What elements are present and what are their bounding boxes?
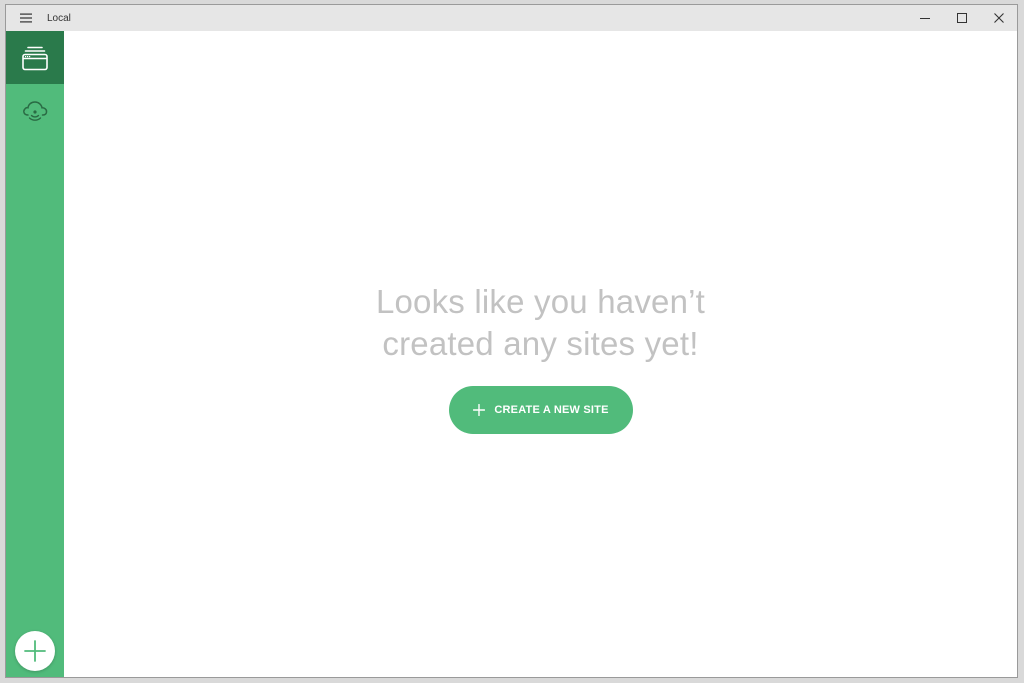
cloud-connect-icon: [23, 100, 48, 121]
create-new-site-button[interactable]: CREATE A NEW SITE: [449, 386, 633, 434]
window-controls: [906, 5, 1017, 31]
plus-icon: [473, 404, 486, 416]
empty-state-message: Looks like you haven’t created any sites…: [64, 281, 1017, 365]
close-button[interactable]: [980, 5, 1017, 31]
empty-state-line-2: created any sites yet!: [382, 325, 699, 362]
main-content: Looks like you haven’t created any sites…: [64, 31, 1017, 677]
window-title: Local: [47, 12, 71, 24]
maximize-button[interactable]: [943, 5, 980, 31]
empty-state-line-1: Looks like you haven’t: [375, 283, 706, 320]
plus-icon: [24, 640, 46, 662]
app-window: Local Looks like you haven’t created any…: [5, 4, 1018, 678]
sidebar-item-connect[interactable]: [6, 84, 64, 137]
sidebar-item-sites[interactable]: [6, 31, 64, 84]
sidebar: [6, 31, 64, 677]
sites-stack-icon: [22, 46, 48, 70]
add-site-button[interactable]: [15, 631, 55, 671]
title-bar: Local: [6, 5, 1017, 31]
minimize-button[interactable]: [906, 5, 943, 31]
maximize-icon: [956, 13, 967, 23]
create-new-site-label: CREATE A NEW SITE: [494, 404, 609, 416]
minimize-icon: [919, 18, 930, 19]
hamburger-menu-icon[interactable]: [6, 5, 46, 31]
close-icon: [993, 13, 1004, 23]
